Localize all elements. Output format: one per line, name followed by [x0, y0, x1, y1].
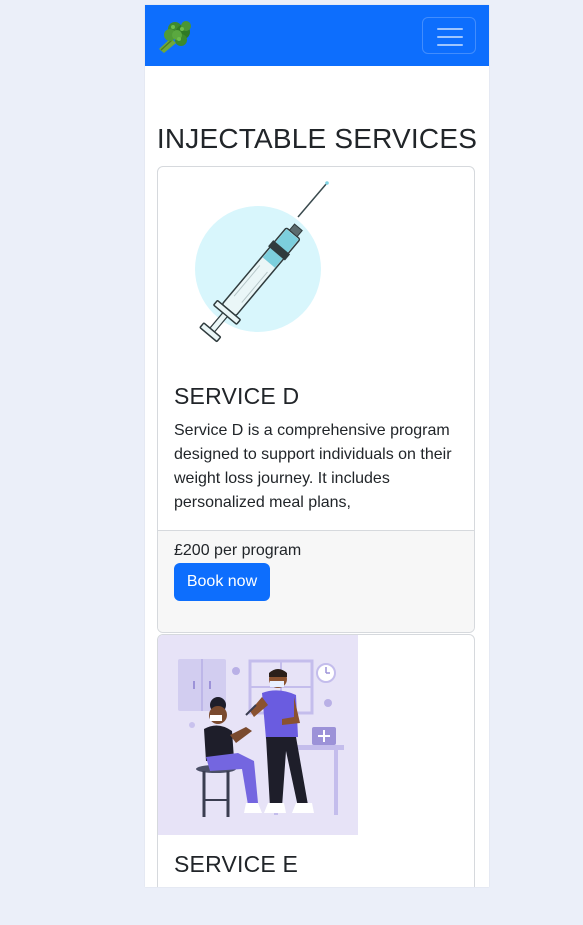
navbar [145, 5, 489, 66]
card-footer: £200 per program Book now [158, 530, 474, 632]
service-card: SERVICE D Service D is a comprehensive p… [157, 166, 475, 633]
service-title: SERVICE D [174, 383, 300, 409]
service-card: SERVICE E [157, 634, 475, 887]
service-price: £200 per program [174, 542, 302, 559]
navbar-toggler-button[interactable] [422, 17, 476, 54]
mobile-viewport: INJECTABLE SERVICES SERVICE D Service D … [145, 5, 489, 887]
book-now-button[interactable]: Book now [174, 563, 270, 601]
broccoli-icon[interactable] [155, 16, 195, 56]
service-title: SERVICE E [174, 851, 299, 877]
hamburger-menu-icon [437, 28, 463, 46]
syringe-illustration [158, 167, 358, 367]
service-description: Service D is a comprehensive program des… [174, 422, 452, 511]
page-title: INJECTABLE SERVICES [156, 123, 478, 154]
nurse-vaccinating-patient-illustration [158, 635, 358, 835]
